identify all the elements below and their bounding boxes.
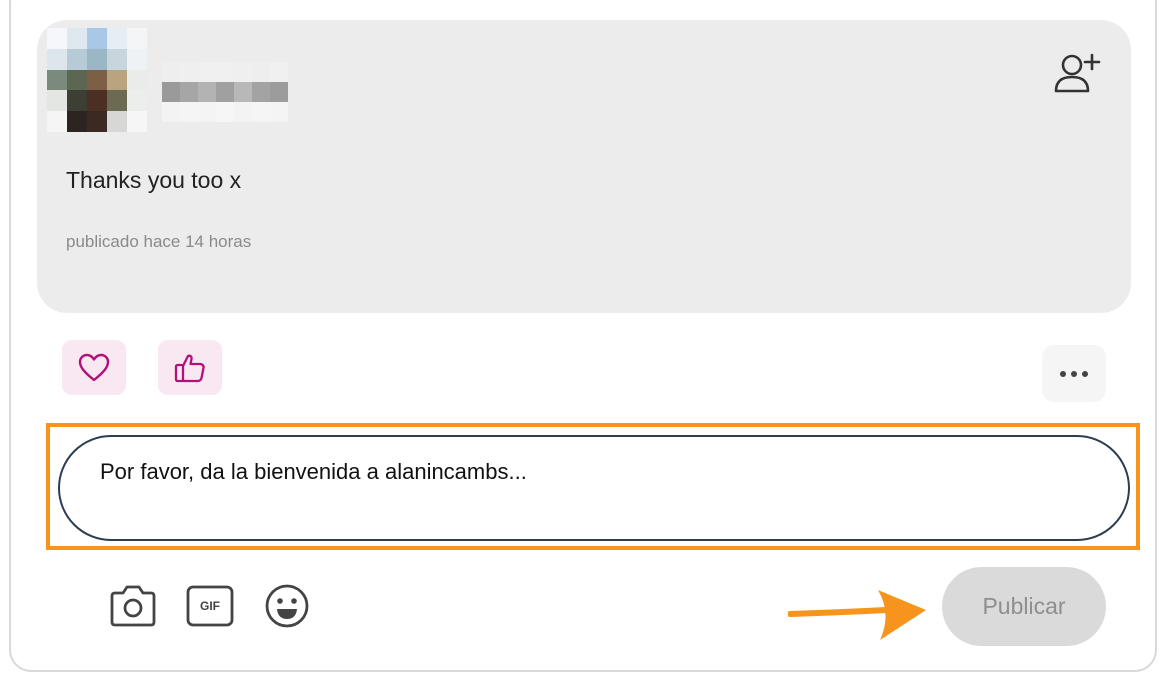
add-gif-button[interactable]: GIF [185, 582, 235, 630]
add-emoji-button[interactable] [262, 582, 312, 630]
person-plus-icon [1054, 53, 1101, 93]
comment-composer[interactable] [58, 435, 1130, 541]
heart-icon [78, 353, 110, 381]
arrow-annotation [788, 590, 926, 640]
like-reaction-button[interactable] [158, 340, 222, 395]
more-options-button[interactable] [1042, 345, 1106, 402]
heart-reaction-button[interactable] [62, 340, 126, 395]
more-dots-icon [1060, 370, 1088, 377]
comment-input[interactable] [100, 459, 1000, 485]
follow-user-button[interactable] [1050, 50, 1104, 96]
smiley-icon [265, 584, 309, 628]
add-photo-button[interactable] [108, 582, 158, 630]
comment-text: Thanks you too x [66, 167, 242, 193]
camera-icon [110, 585, 156, 627]
username-blurred[interactable] [162, 62, 312, 132]
publish-button[interactable]: Publicar [942, 567, 1106, 646]
gif-label: GIF [200, 599, 220, 613]
comment-timestamp: publicado hace 14 horas [66, 232, 252, 251]
thumbs-up-icon [174, 354, 205, 382]
avatar[interactable] [47, 28, 147, 132]
